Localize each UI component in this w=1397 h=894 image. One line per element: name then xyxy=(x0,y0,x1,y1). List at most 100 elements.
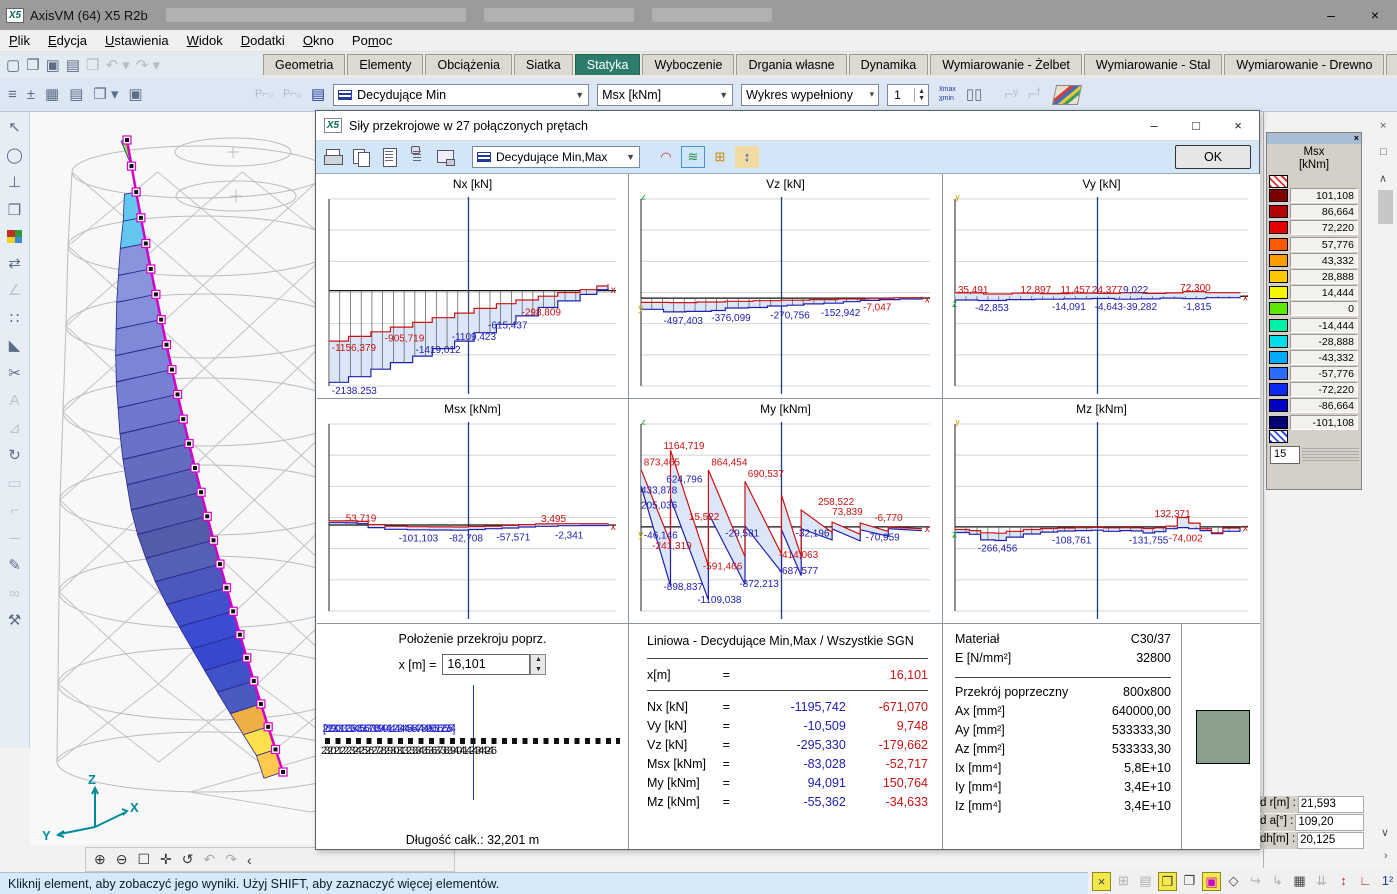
axes-f-icon[interactable]: ⌐ᶠ xyxy=(1028,87,1040,102)
dialog-minimize-button[interactable]: – xyxy=(1133,118,1175,133)
tab-siatka[interactable]: Siatka xyxy=(514,54,573,75)
diagram-filled-icon[interactable]: ≋ xyxy=(681,146,705,168)
grid-icon[interactable]: ▦ xyxy=(1290,872,1309,891)
section-a-icon[interactable]: ❒ xyxy=(1158,872,1177,891)
region-icon[interactable]: ▣ xyxy=(1202,872,1221,891)
dialog-case-combo[interactable]: Decydujące Min,Max ▼ xyxy=(472,146,640,168)
line-icon[interactable]: ─ xyxy=(9,531,20,546)
tab-obciążenia[interactable]: Obciążenia xyxy=(425,54,512,75)
save-drawing-icon[interactable] xyxy=(436,148,456,166)
pointer-icon[interactable]: ↖ xyxy=(8,120,21,135)
case-combo[interactable]: Decydujące Min ▼ xyxy=(333,84,589,106)
view-undo-icon[interactable]: ↶ xyxy=(204,851,216,868)
x-spinner-icon[interactable]: ▲▼ xyxy=(530,654,546,675)
parts-icon[interactable]: ❒ ▾ xyxy=(93,87,118,102)
diagram-line-icon[interactable]: ◠ xyxy=(654,146,678,168)
chart-plot-nx[interactable]: -1156,379-905,719-298,809-615,437-1109,4… xyxy=(321,195,624,394)
menu-item-okno[interactable]: Okno xyxy=(294,33,343,48)
zoom-icon[interactable]: ◯ xyxy=(6,148,23,163)
curve-icon[interactable]: ↪ xyxy=(1246,872,1265,891)
dialog-close-button[interactable]: × xyxy=(1217,118,1259,133)
minmax-icon[interactable]: x̄max x̲min xyxy=(939,86,956,103)
scale-spinner[interactable]: 1 ▲▼ xyxy=(887,84,929,106)
view-redo-icon[interactable]: ↷ xyxy=(225,851,237,868)
hook-icon[interactable]: ⌐ xyxy=(10,503,19,518)
section-ruler[interactable]: [28 29 30 31 32 33 34 35 36 37 38 39 40 … xyxy=(317,685,628,805)
axes-icon[interactable]: ∟ xyxy=(1356,872,1375,891)
path-icon[interactable]: ↳ xyxy=(1268,872,1287,891)
table-icon[interactable]: ▦ xyxy=(45,87,59,102)
diagram-section-icon[interactable]: ⊞ xyxy=(708,146,732,168)
close-button[interactable]: × xyxy=(1353,0,1397,30)
print-icon[interactable]: ▤ xyxy=(66,58,80,73)
chart-plot-mz[interactable]: -266,456-108,761-131,755132,371-74,002yz… xyxy=(947,420,1256,619)
menu-item-plik[interactable]: Plik xyxy=(0,33,39,48)
legend-close-icon[interactable]: × xyxy=(1354,134,1361,143)
chart-plot-msx[interactable]: 53,7193,495-101,103-82,708-57,571-2,341x xyxy=(321,420,624,619)
tab-drgania-w-asne[interactable]: Drgania własne xyxy=(736,54,846,75)
x-input[interactable]: 16,101 xyxy=(442,654,530,675)
brush-icon[interactable]: ✎ xyxy=(8,558,21,573)
tab-elementy[interactable]: Elementy xyxy=(347,54,423,75)
section-b-icon[interactable]: ❒ xyxy=(1180,872,1199,891)
minimize-button[interactable]: – xyxy=(1309,0,1353,30)
axes-y-icon[interactable]: ⌐ʸ xyxy=(1004,87,1018,102)
dialog-titlebar[interactable]: X5 Siły przekrojowe w 27 połączonych prę… xyxy=(316,111,1259,141)
dock-expand-icon[interactable]: › xyxy=(1384,850,1388,862)
save-icon[interactable]: ▣ xyxy=(46,58,60,73)
tab-wymiarowanie-żelbet[interactable]: Wymiarowanie - Żelbet xyxy=(930,54,1082,75)
local-system2-icon[interactable]: P⌐ᵤ xyxy=(283,89,301,100)
solid-icon[interactable]: ❒ xyxy=(8,203,21,218)
menu-item-ustawienia[interactable]: Ustawienia xyxy=(96,33,178,48)
power-icon[interactable]: 1² xyxy=(1378,872,1397,891)
grid-cursor-icon[interactable]: ⊞ xyxy=(1114,872,1133,891)
polygon-icon[interactable]: ⊿ xyxy=(8,421,21,436)
tab-geometria[interactable]: Geometria xyxy=(263,54,345,75)
display-combo[interactable]: Wykres wypełniony ▾ xyxy=(741,84,879,106)
open-icon[interactable]: ❐ xyxy=(26,58,39,73)
wrench-icon[interactable]: ⚒ xyxy=(8,613,21,628)
collapse-icon[interactable]: ‹ xyxy=(247,852,252,868)
tab-wymiarowanie-stal[interactable]: Wymiarowanie - Stal xyxy=(1084,54,1223,75)
menu-item-widok[interactable]: Widok xyxy=(178,33,232,48)
report-snapshot-icon[interactable] xyxy=(408,148,428,166)
set-square-icon[interactable]: ◣ xyxy=(9,338,21,353)
level-icon[interactable]: ± xyxy=(27,87,35,102)
solid-icon[interactable]: ❒ xyxy=(86,58,99,73)
renumber-icon[interactable]: ↻ xyxy=(8,448,21,463)
rotate-icon[interactable]: ↺ xyxy=(182,851,194,868)
tab-wyboczenie[interactable]: Wyboczenie xyxy=(642,54,734,75)
local-system-icon[interactable]: P⌐ᵤ xyxy=(255,89,273,100)
diamond-icon[interactable]: ◇ xyxy=(1224,872,1243,891)
transform-icon[interactable]: ⇄ xyxy=(8,256,21,271)
legend-header[interactable]: × xyxy=(1267,133,1361,144)
snap-icon[interactable]: ∷ xyxy=(10,311,20,326)
render-cube-icon[interactable] xyxy=(1052,85,1082,105)
polyline-icon[interactable]: ∠ xyxy=(8,283,21,298)
rect-icon[interactable]: ▭ xyxy=(7,476,21,491)
undo-icon[interactable]: ↶ ▾ xyxy=(105,58,129,73)
glasses-icon[interactable]: ∞ xyxy=(9,586,20,601)
redo-icon[interactable]: ↷ ▾ xyxy=(136,58,160,73)
animation-icon[interactable]: ▯▯ xyxy=(966,87,983,102)
zoom-fit-icon[interactable]: ☐ xyxy=(137,851,150,868)
coords-icon[interactable]: ⊥ xyxy=(8,175,21,190)
table-icon[interactable]: ▤ xyxy=(1136,872,1155,891)
tab-dynamika[interactable]: Dynamika xyxy=(849,54,929,75)
diagram-values-icon[interactable]: ↕ xyxy=(735,146,759,168)
dock-scrollbar[interactable] xyxy=(1378,190,1393,224)
legend-level-count[interactable]: 15 xyxy=(1270,446,1300,464)
chart-plot-vy[interactable]: 35,49112,89711,45724,3779,02272,300-42,8… xyxy=(947,195,1256,394)
menu-item-dodatki[interactable]: Dodatki xyxy=(232,33,294,48)
dock-scroll-up-icon[interactable]: ∧ xyxy=(1379,172,1387,185)
pan-icon[interactable]: ✛ xyxy=(160,851,172,868)
render-icon[interactable]: ▣ xyxy=(129,87,143,102)
updown-icon[interactable]: ↕ xyxy=(1334,872,1353,891)
intersect-icon[interactable]: ✂ xyxy=(8,366,21,381)
ok-button[interactable]: OK xyxy=(1175,145,1251,169)
zoom-out-icon[interactable]: ⊖ xyxy=(116,851,128,868)
new-icon[interactable]: ▢ xyxy=(6,58,20,73)
layers-icon[interactable]: ≡ xyxy=(8,87,17,102)
dock-close-icon[interactable]: × xyxy=(1380,120,1386,132)
result-list-icon[interactable]: ▤ xyxy=(311,87,325,102)
